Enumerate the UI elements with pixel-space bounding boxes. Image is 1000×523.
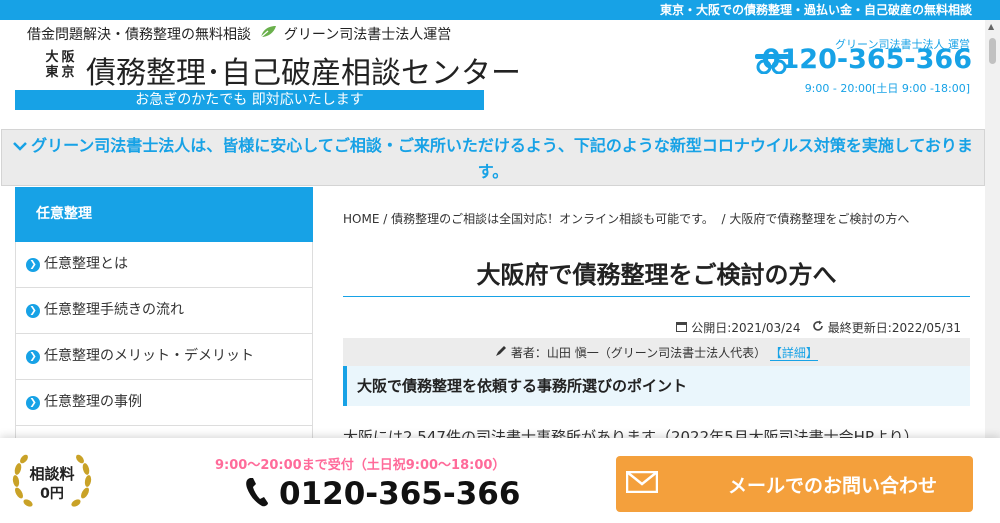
sidebar-heading: 任意整理: [15, 187, 313, 242]
breadcrumb-home[interactable]: HOME: [343, 212, 379, 226]
sidebar-item-cases[interactable]: ❯ 任意整理の事例: [15, 380, 313, 426]
page-title: 大阪府で債務整理をご検討の方へ: [476, 261, 837, 289]
updated-date: 最終更新日:2022/05/31: [827, 321, 961, 335]
sidebar-item-about[interactable]: ❯ 任意整理とは: [15, 242, 313, 288]
logo-city-label[interactable]: 大阪 東京: [44, 50, 80, 80]
free-consultation-badge: 相談料 0円: [11, 453, 93, 509]
mail-contact-button[interactable]: メールでのお問い合わせ: [616, 456, 973, 512]
sidebar-item-flow[interactable]: ❯ 任意整理手続きの流れ: [15, 288, 313, 334]
header-phone-box[interactable]: グリーン司法書士法人 運営 0120-365-366 9:00 - 20:00[…: [755, 30, 972, 122]
author-box: 著者：山田 愼一（グリーン司法書士法人代表） 【詳細】: [343, 338, 970, 366]
covid-notice-text: グリーン司法書士法人は、皆様に安心してご相談・ご来所いただけるよう、下記のような…: [31, 136, 973, 181]
header-phone-number[interactable]: 0120-365-366: [762, 44, 972, 75]
sidebar-item-label: 任意整理とは: [44, 256, 128, 272]
leaf-logo-icon: [259, 25, 277, 43]
title-divider: [343, 296, 970, 297]
sidebar: 任意整理 ❯ 任意整理とは ❯ 任意整理手続きの流れ ❯ 任意整理のメリット・デ…: [15, 187, 313, 472]
breadcrumb-current: 大阪府で債務整理をご検討の方へ: [729, 212, 910, 226]
header-phone-hours: 9:00 - 20:00[土日 9:00 -18:00]: [804, 82, 970, 95]
header-tagline: 借金問題解決・債務整理の無料相談 グリーン司法書士法人運営: [27, 25, 452, 43]
top-banner-text: 東京・大阪での債務整理・過払い金・自己破産の無料相談: [659, 3, 972, 17]
sticky-footer: 相談料 0円 9:00〜20:00まで受付（土日祝9:00〜18:00） 012…: [0, 438, 1000, 523]
phone-icon: [245, 477, 269, 515]
sidebar-item-label: 任意整理のメリット・デメリット: [44, 348, 254, 364]
footer-hours: 9:00〜20:00まで受付（土日祝9:00〜18:00）: [215, 458, 506, 473]
author-detail-link[interactable]: 【詳細】: [769, 346, 818, 361]
envelope-icon: [625, 470, 659, 498]
scroll-up-arrow-icon[interactable]: ▲: [988, 22, 994, 31]
footer-phone-button[interactable]: 0120-365-366: [245, 476, 520, 515]
chevron-right-icon: ❯: [26, 349, 40, 364]
breadcrumb: HOME / 債務整理のご相談は全国対応！オンライン相談も可能です。 / 大阪府…: [343, 212, 910, 226]
badge-line2: 0円: [40, 486, 64, 502]
sidebar-item-label: 任意整理の事例: [44, 394, 142, 410]
section-heading: 大阪で債務整理を依頼する事務所選びのポイント: [343, 366, 970, 406]
site-header: 借金問題解決・債務整理の無料相談 グリーン司法書士法人運営 大阪 東京 債務整理…: [0, 20, 985, 128]
calendar-icon: [676, 321, 691, 335]
author-name: 著者：山田 愼一（グリーン司法書士法人代表）: [510, 346, 767, 360]
published-date: 公開日:2021/03/24: [691, 321, 801, 335]
chevron-right-icon: ❯: [26, 303, 40, 318]
chevron-right-icon: ❯: [26, 395, 40, 410]
post-dates: 公開日:2021/03/24 最終更新日:2022/05/31: [676, 319, 961, 336]
sidebar-item-merits[interactable]: ❯ 任意整理のメリット・デメリット: [15, 334, 313, 380]
chevron-down-icon: [13, 133, 27, 159]
header-corp-name: グリーン司法書士法人運営: [283, 27, 452, 43]
covid-notice[interactable]: グリーン司法書士法人は、皆様に安心してご相談・ご来所いただけるよう、下記のような…: [1, 129, 985, 186]
site-logo-title[interactable]: 債務整理･自己破産相談センター: [86, 48, 521, 92]
chevron-right-icon: ❯: [26, 257, 40, 272]
sidebar-item-label: 任意整理手続きの流れ: [44, 302, 184, 318]
mail-button-label: メールでのお問い合わせ: [728, 474, 938, 497]
pen-icon: [495, 346, 511, 360]
footer-phone-number: 0120-365-366: [279, 476, 521, 512]
logo-subtitle-bar: お急ぎのかたでも 即対応いたします: [15, 90, 484, 110]
refresh-icon: [812, 320, 828, 335]
top-banner: 東京・大阪での債務整理・過払い金・自己破産の無料相談: [0, 0, 1000, 20]
badge-line1: 相談料: [29, 465, 75, 483]
scroll-thumb[interactable]: [989, 38, 996, 64]
breadcrumb-level1[interactable]: 債務整理のご相談は全国対応！オンライン相談も可能です。: [391, 212, 714, 226]
